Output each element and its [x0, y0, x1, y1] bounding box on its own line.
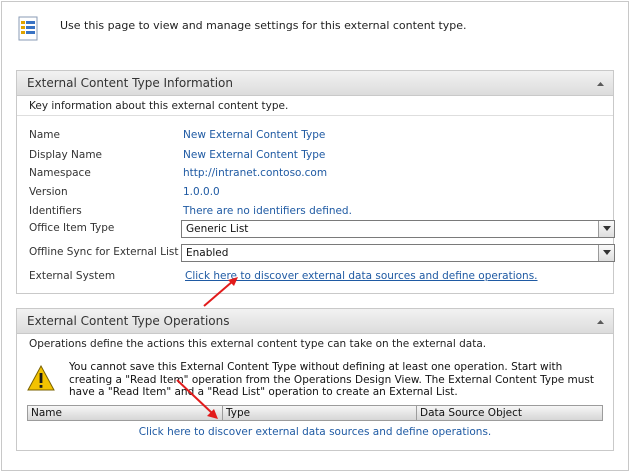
field-label: Display Name [29, 149, 103, 161]
dropdown-button[interactable] [598, 221, 614, 237]
namespace-value-link[interactable]: http://intranet.contoso.com [183, 167, 327, 179]
field-offline-sync: Offline Sync for External List Enabled [29, 244, 615, 262]
field-office-item-type: Office Item Type Generic List [29, 220, 615, 238]
office-item-type-select[interactable]: Generic List [181, 220, 615, 238]
operations-discover-row: Click here to discover external data sou… [17, 426, 613, 438]
chevron-down-icon [603, 226, 611, 231]
field-label: Offline Sync for External List [29, 246, 179, 258]
field-namespace: Namespace http://intranet.contoso.com [29, 165, 603, 183]
column-header-data-source-object[interactable]: Data Source Object [420, 407, 522, 419]
info-panel-title: External Content Type Information [27, 76, 233, 90]
page-description: Use this page to view and manage setting… [60, 19, 467, 32]
warning-text: You cannot save this External Content Ty… [69, 361, 594, 398]
operations-grid-header: Name Type Data Source Object [27, 405, 603, 421]
info-panel-description: Key information about this external cont… [17, 96, 613, 116]
info-panel-header[interactable]: External Content Type Information [17, 71, 613, 96]
display-name-value-link[interactable]: New External Content Type [183, 149, 325, 161]
office-item-type-selected: Generic List [186, 223, 249, 235]
field-label: Office Item Type [29, 222, 115, 234]
page-settings-icon [18, 16, 40, 42]
field-label: Namespace [29, 167, 91, 179]
field-name: Name New External Content Type [29, 127, 603, 145]
column-divider [416, 406, 417, 420]
operations-panel-description: Operations define the actions this exter… [29, 338, 487, 350]
field-version: Version 1.0.0.0 [29, 184, 603, 202]
operations-panel-title: External Content Type Operations [27, 314, 230, 328]
operations-panel: External Content Type Operations Operati… [16, 308, 614, 451]
operations-discover-link[interactable]: Click here to discover external data sou… [139, 426, 492, 438]
dropdown-button[interactable] [598, 245, 614, 261]
field-identifiers: Identifiers There are no identifiers def… [29, 203, 603, 221]
collapse-icon[interactable] [596, 79, 605, 88]
warning-icon [27, 365, 55, 391]
identifiers-value-link[interactable]: There are no identifiers defined. [183, 205, 352, 217]
name-value-link[interactable]: New External Content Type [183, 129, 325, 141]
offline-sync-select[interactable]: Enabled [181, 244, 615, 262]
field-display-name: Display Name New External Content Type [29, 147, 603, 165]
info-panel: External Content Type Information Key in… [16, 70, 615, 294]
column-header-name[interactable]: Name [31, 407, 62, 419]
annotation-arrow [176, 379, 218, 419]
field-label: Name [29, 129, 60, 141]
collapse-icon[interactable] [596, 317, 605, 326]
operations-panel-header[interactable]: External Content Type Operations [17, 309, 613, 334]
offline-sync-selected: Enabled [186, 247, 229, 259]
chevron-down-icon [603, 250, 611, 255]
version-value-link[interactable]: 1.0.0.0 [183, 186, 220, 198]
field-external-system: External System Click here to discover e… [29, 268, 603, 286]
field-label: Identifiers [29, 205, 82, 217]
annotation-arrow [203, 277, 238, 307]
column-header-type[interactable]: Type [226, 407, 250, 419]
settings-page: Use this page to view and manage setting… [1, 1, 629, 471]
field-label: Version [29, 186, 68, 198]
warning-message: You cannot save this External Content Ty… [27, 361, 603, 401]
field-label: External System [29, 270, 116, 282]
